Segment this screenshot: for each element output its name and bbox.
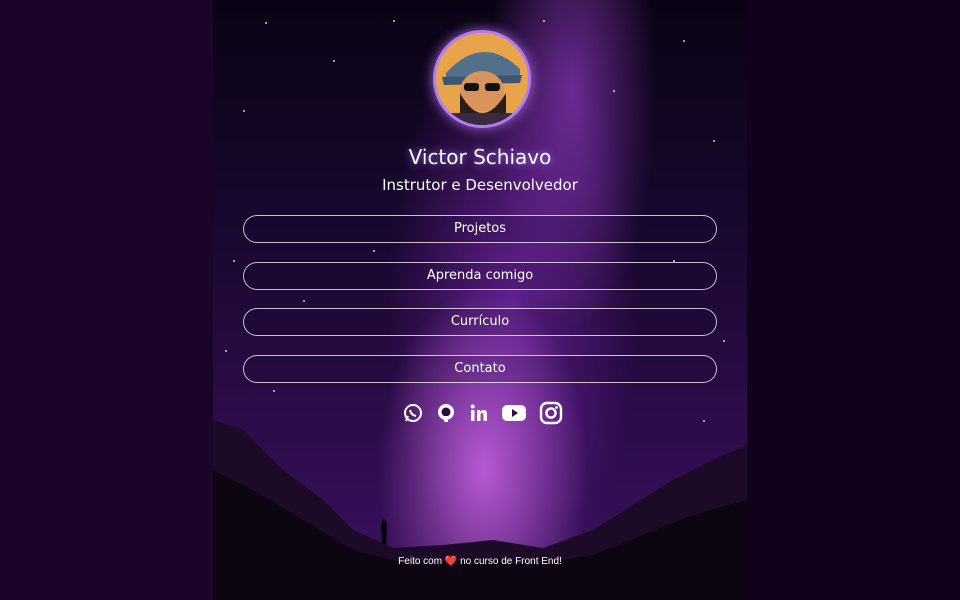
projetos-button[interactable]: Projetos (243, 215, 717, 243)
profile-role: Instrutor e Desenvolvedor (382, 176, 578, 194)
footer-prefix: Feito com (398, 556, 443, 567)
social-links (403, 400, 563, 426)
avatar (433, 30, 531, 128)
profile-name: Victor Schiavo (408, 145, 552, 169)
right-backdrop (747, 0, 960, 600)
heart-icon: ❤️ (444, 556, 458, 567)
aprenda-comigo-button[interactable]: Aprenda comigo (243, 262, 717, 290)
youtube-icon[interactable] (502, 404, 526, 422)
github-icon[interactable] (436, 403, 456, 423)
linkedin-icon[interactable] (469, 403, 489, 423)
footer-suffix: no curso de Front End! (460, 556, 562, 567)
avatar-illustration (436, 33, 528, 125)
footer: Feito com ❤️ no curso de Front End! (213, 556, 747, 567)
instagram-icon[interactable] (539, 401, 563, 425)
whatsapp-icon[interactable] (403, 403, 423, 423)
curriculo-button[interactable]: Currículo (243, 308, 717, 336)
profile-card: Victor Schiavo Instrutor e Desenvolvedor… (213, 0, 747, 600)
left-backdrop (0, 0, 213, 600)
contato-button[interactable]: Contato (243, 355, 717, 383)
